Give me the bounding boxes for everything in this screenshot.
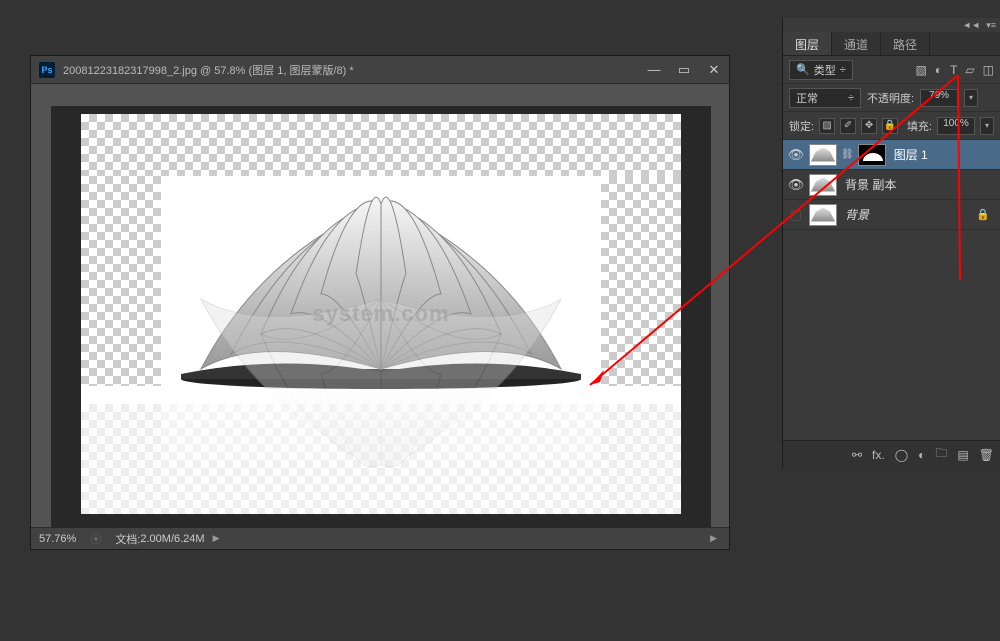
transparency-checker <box>81 176 161 386</box>
mask-thumbnail[interactable] <box>858 144 886 166</box>
canvas[interactable]: system.com <box>81 114 681 514</box>
panels-dock: ◄◄ ▾≡ 图层 通道 路径 🔍 类型 ÷ ▧ ◐ T ▱ ◫ 正常 ÷ 不透明… <box>782 18 1000 468</box>
lock-icon: 🔒 <box>976 208 990 221</box>
layer-name[interactable]: 背景 <box>845 206 869 223</box>
panel-menu-icon[interactable]: ▾≡ <box>986 20 996 31</box>
tab-paths[interactable]: 路径 <box>881 32 930 55</box>
lock-all-icon[interactable]: 🔒 <box>882 118 898 134</box>
filter-adjust-icon[interactable]: ◐ <box>935 63 942 77</box>
link-layers-icon[interactable]: ⚯ <box>852 448 862 462</box>
add-mask-icon[interactable]: ◯ <box>895 448 908 462</box>
adjustment-layer-icon[interactable]: ◐ <box>918 448 925 462</box>
book-reflection <box>161 389 601 514</box>
fill-stepper[interactable]: ▾ <box>980 117 994 135</box>
layer-row[interactable]: 👁 背景 副本 <box>783 170 1000 200</box>
layer-thumbnail[interactable] <box>809 144 837 166</box>
tab-layers[interactable]: 图层 <box>783 32 832 55</box>
visibility-toggle-icon[interactable]: ▢ <box>787 206 805 224</box>
minimize-button[interactable]: — <box>647 63 661 77</box>
close-button[interactable]: ✕ <box>707 63 721 77</box>
layer-thumbnail[interactable] <box>809 174 837 196</box>
new-group-icon[interactable]: 🗀 <box>935 444 947 465</box>
layer-thumbnail[interactable] <box>809 204 837 226</box>
layers-empty-area <box>783 230 1000 440</box>
search-icon: 🔍 <box>796 63 810 76</box>
doc-size-value: 2.00M/6.24M <box>140 533 204 545</box>
dropdown-arrow-icon: ÷ <box>840 64 846 76</box>
panel-tabs: 图层 通道 路径 <box>783 32 1000 56</box>
layer-row[interactable]: 👁 ⛓ 图层 1 <box>783 140 1000 170</box>
canvas-area: system.com <box>51 106 711 536</box>
status-menu-icon[interactable]: ▶ <box>213 533 220 544</box>
layer-filter-row: 🔍 类型 ÷ ▧ ◐ T ▱ ◫ <box>783 56 1000 84</box>
document-window: Ps 20081223182317998_2.jpg @ 57.8% (图层 1… <box>30 55 730 550</box>
layer-row[interactable]: ▢ 背景 🔒 <box>783 200 1000 230</box>
lock-position-icon[interactable]: ✥ <box>861 118 877 134</box>
watermark: system.com <box>312 301 449 327</box>
filter-shape-icon[interactable]: ▱ <box>965 63 974 77</box>
lock-label: 锁定: <box>789 118 814 134</box>
doc-size-label: 文档: <box>115 531 140 547</box>
transparency-checker <box>601 176 681 386</box>
tab-channels[interactable]: 通道 <box>832 32 881 55</box>
fill-label: 填充: <box>907 118 932 134</box>
document-titlebar: Ps 20081223182317998_2.jpg @ 57.8% (图层 1… <box>31 56 729 84</box>
delete-layer-icon[interactable]: 🗑 <box>979 448 994 462</box>
blend-opacity-row: 正常 ÷ 不透明度: 79% ▾ <box>783 84 1000 112</box>
maximize-button[interactable]: ▭ <box>677 63 691 77</box>
opacity-stepper[interactable]: ▾ <box>964 89 978 107</box>
document-title: 20081223182317998_2.jpg @ 57.8% (图层 1, 图… <box>63 62 647 78</box>
layers-list: 👁 ⛓ 图层 1 👁 背景 副本 ▢ 背景 🔒 <box>783 140 1000 230</box>
lock-transparency-icon[interactable]: ▨ <box>819 118 835 134</box>
zoom-level[interactable]: 57.76% <box>39 533 76 545</box>
layers-panel-footer: ⚯ fx. ◯ ◐ 🗀 ▤ 🗑 <box>783 440 1000 468</box>
visibility-toggle-icon[interactable]: 👁 <box>787 146 805 164</box>
opacity-label: 不透明度: <box>867 90 914 106</box>
fill-input[interactable]: 100% <box>937 117 975 135</box>
blend-mode-dropdown[interactable]: 正常 ÷ <box>789 88 861 108</box>
status-right-menu-icon[interactable]: ▶ <box>710 533 717 544</box>
lock-fill-row: 锁定: ▨ ✐ ✥ 🔒 填充: 100% ▾ <box>783 112 1000 140</box>
mask-link-icon[interactable]: ⛓ <box>841 149 854 160</box>
dropdown-arrow-icon: ÷ <box>848 92 854 104</box>
new-layer-icon[interactable]: ▤ <box>957 448 968 462</box>
status-bar: 57.76% ⦿ 文档: 2.00M/6.24M ▶ ▶ <box>31 527 729 549</box>
visibility-toggle-icon[interactable]: 👁 <box>787 176 805 194</box>
layer-name[interactable]: 图层 1 <box>894 146 928 163</box>
layer-name[interactable]: 背景 副本 <box>845 176 896 193</box>
photoshop-icon: Ps <box>39 62 55 78</box>
lock-pixels-icon[interactable]: ✐ <box>840 118 856 134</box>
filter-type-dropdown[interactable]: 🔍 类型 ÷ <box>789 60 853 80</box>
layer-fx-icon[interactable]: fx. <box>872 448 885 462</box>
opacity-input[interactable]: 79% <box>920 89 958 107</box>
filter-smart-icon[interactable]: ◫ <box>983 63 994 77</box>
status-separator: ⦿ <box>90 531 101 547</box>
panel-collapse-icon[interactable]: ◄◄ <box>962 20 980 30</box>
filter-pixel-icon[interactable]: ▧ <box>915 63 926 77</box>
filter-type-icon[interactable]: T <box>950 63 957 77</box>
